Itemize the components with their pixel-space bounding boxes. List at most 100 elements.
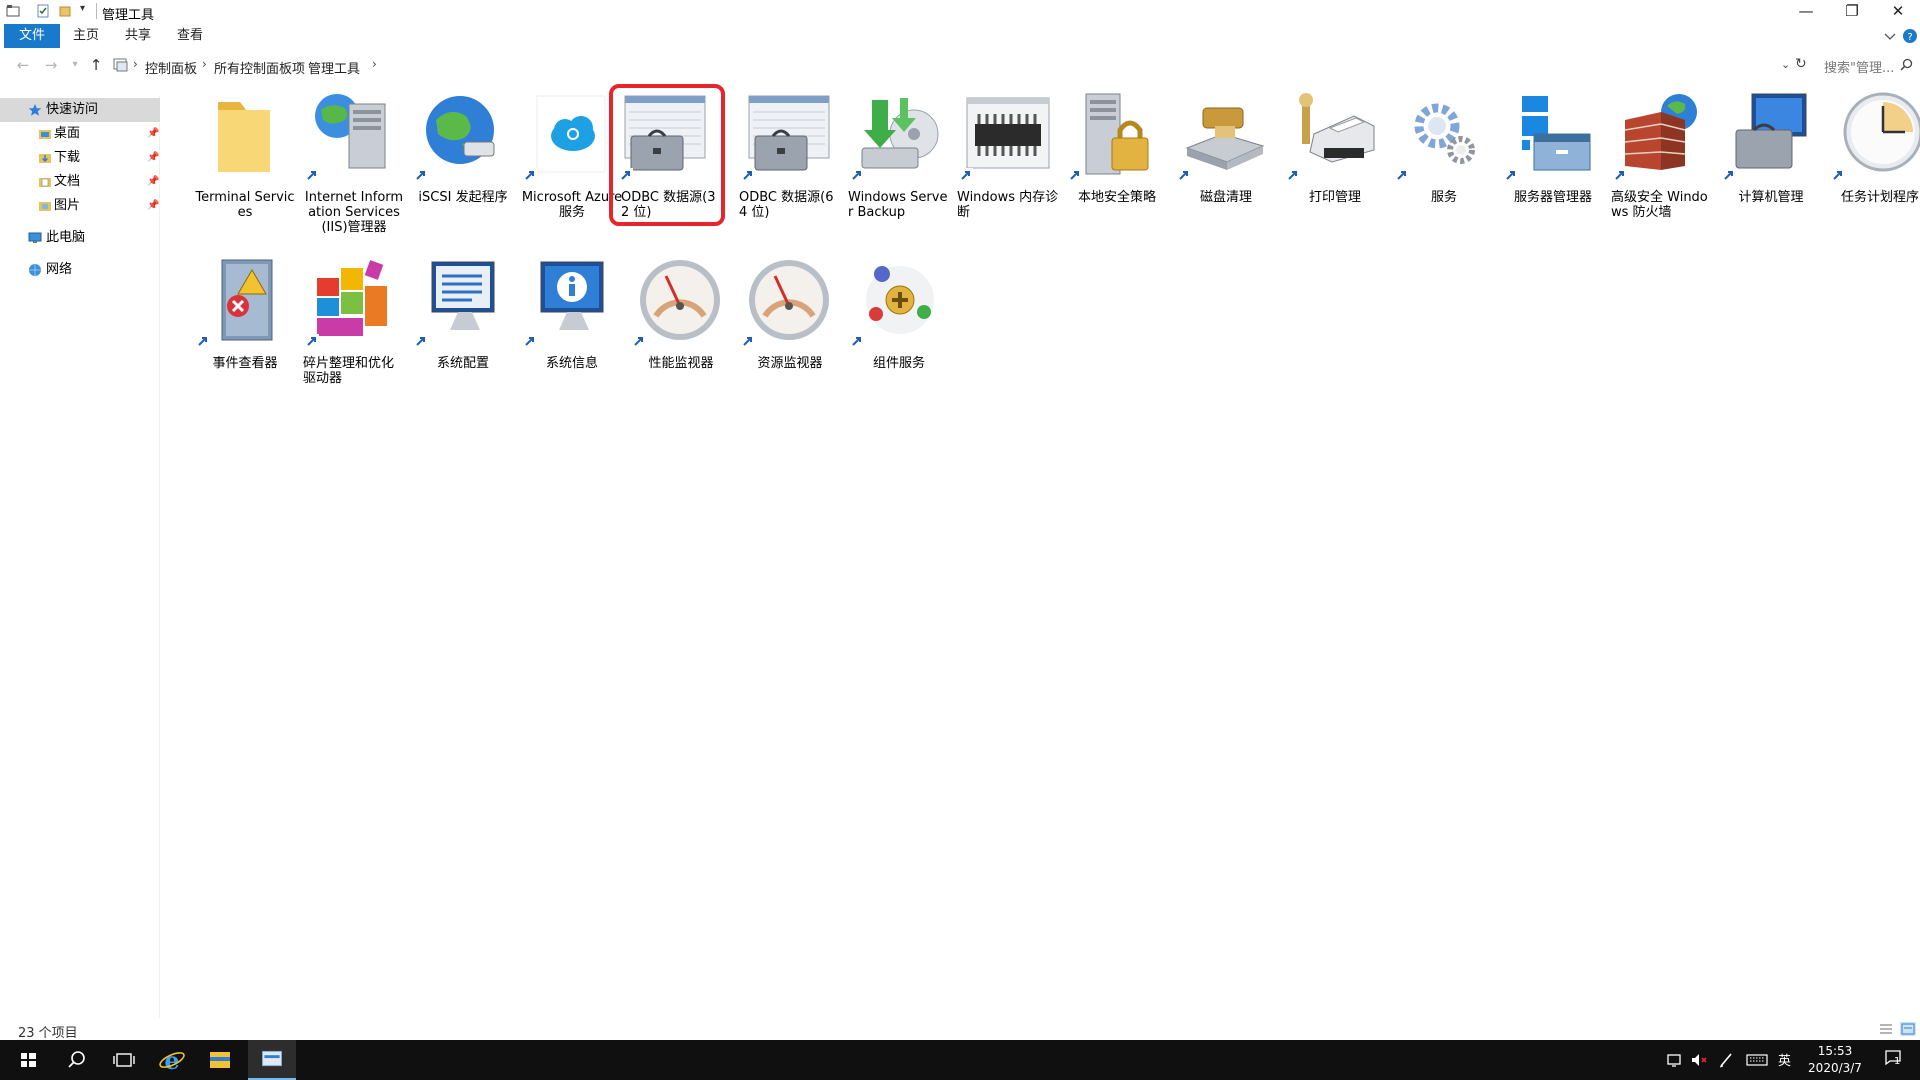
new-folder-quick-icon[interactable] xyxy=(58,4,72,18)
pin-icon[interactable]: 📌 xyxy=(147,170,159,194)
close-button[interactable]: ✕ xyxy=(1875,0,1920,24)
item-local-security-policy[interactable]: 本地安全策略 xyxy=(1062,90,1170,250)
clock[interactable]: 15:53 2020/3/7 xyxy=(1800,1043,1870,1077)
search-icon[interactable] xyxy=(1900,58,1913,71)
item-label: ODBC 数据源(32 位) xyxy=(621,190,716,220)
breadcrumb-admin-tools[interactable]: 管理工具 xyxy=(308,58,360,77)
shortcut-arrow-icon xyxy=(959,168,973,182)
shortcut-arrow-icon xyxy=(305,334,319,348)
system-config-icon xyxy=(431,261,495,330)
pen-tray-icon[interactable] xyxy=(1718,1050,1734,1070)
pin-icon[interactable]: 📌 xyxy=(147,122,159,146)
shortcut-arrow-icon xyxy=(196,334,210,348)
item-odbc-64[interactable]: ODBC 数据源(64 位) xyxy=(735,90,843,250)
item-component-services[interactable]: 组件服务 xyxy=(844,256,952,416)
shortcut-arrow-icon xyxy=(741,168,755,182)
tab-share[interactable]: 共享 xyxy=(116,24,160,48)
item-label: 服务器管理器 xyxy=(1513,190,1592,205)
item-azure-services[interactable]: Microsoft Azure 服务 xyxy=(517,90,625,250)
item-label: 系统配置 xyxy=(436,356,489,371)
item-memory-diagnostic[interactable]: Windows 内存诊断 xyxy=(953,90,1061,250)
ime-indicator[interactable]: 英 xyxy=(1778,1050,1791,1070)
clock-icon xyxy=(1843,92,1920,172)
item-advanced-firewall[interactable]: 高级安全 Windows 防火墙 xyxy=(1607,90,1715,250)
item-iis-manager[interactable]: Internet Information Services (IIS)管理器 xyxy=(299,90,407,250)
item-services[interactable]: 服务 xyxy=(1389,90,1497,250)
pin-icon[interactable]: 📌 xyxy=(147,146,159,170)
help-icon[interactable]: ? xyxy=(1902,28,1918,44)
nav-desktop[interactable]: 桌面 📌 xyxy=(0,122,160,146)
address-history-dropdown[interactable]: ⌄ xyxy=(1781,58,1790,71)
action-center[interactable]: 1 xyxy=(1884,1048,1906,1068)
tab-home[interactable]: 主页 xyxy=(64,24,108,48)
item-odbc-32[interactable]: ODBC 数据源(32 位) xyxy=(609,84,725,226)
file-explorer-icon[interactable] xyxy=(196,1040,244,1080)
clock-date: 2020/3/7 xyxy=(1808,1061,1862,1075)
computer-management-icon xyxy=(1735,93,1807,169)
item-task-scheduler[interactable]: 任务计划程序 xyxy=(1825,90,1920,250)
nav-quick-access[interactable]: 快速访问 xyxy=(0,98,160,122)
up-button[interactable]: ↑ xyxy=(87,56,105,74)
details-view-icon[interactable] xyxy=(1878,1022,1894,1036)
breadcrumb-control-panel[interactable]: 控制面板 xyxy=(145,58,197,77)
item-performance-monitor[interactable]: 性能监视器 xyxy=(626,256,734,416)
nav-this-pc[interactable]: 此电脑 xyxy=(0,226,160,250)
minimize-button[interactable]: — xyxy=(1783,0,1829,24)
admin-tools-taskbar-icon[interactable] xyxy=(248,1040,296,1080)
item-iscsi-initiator[interactable]: iSCSI 发起程序 xyxy=(408,90,516,250)
item-disk-cleanup[interactable]: 磁盘清理 xyxy=(1171,90,1279,250)
search-box[interactable]: 搜索"管理... xyxy=(1816,54,1916,76)
breadcrumb-chevron-icon[interactable]: › xyxy=(296,57,301,71)
item-defragment[interactable]: 碎片整理和优化驱动器 xyxy=(299,256,407,416)
item-computer-management[interactable]: 计算机管理 xyxy=(1716,90,1824,250)
breadcrumb-chevron-icon[interactable]: › xyxy=(133,57,138,71)
keyboard-icon[interactable] xyxy=(1746,1050,1768,1070)
item-label: 任务计划程序 xyxy=(1840,190,1919,205)
task-view-icon[interactable] xyxy=(100,1040,148,1080)
item-label: 高级安全 Windows 防火墙 xyxy=(1611,190,1708,220)
folder-quick-icon xyxy=(6,5,20,17)
item-terminal-services[interactable]: Terminal Services xyxy=(190,90,298,250)
tab-file[interactable]: 文件 xyxy=(4,24,60,48)
nav-pictures[interactable]: 图片 📌 xyxy=(0,194,160,218)
shortcut-arrow-icon xyxy=(1068,168,1082,182)
properties-quick-icon[interactable] xyxy=(36,4,50,18)
item-system-configuration[interactable]: 系统配置 xyxy=(408,256,516,416)
forward-button[interactable]: → xyxy=(42,56,60,74)
breadcrumb-chevron-icon[interactable]: › xyxy=(372,57,377,71)
breadcrumb-all-items[interactable]: 所有控制面板项 xyxy=(214,58,305,77)
restore-button[interactable]: ❐ xyxy=(1829,0,1875,24)
large-icons-view-icon[interactable] xyxy=(1900,1022,1916,1036)
refresh-icon[interactable]: ↻ xyxy=(1795,56,1807,72)
search-icon[interactable] xyxy=(52,1040,100,1080)
back-button[interactable]: ← xyxy=(14,56,32,74)
nav-documents[interactable]: 文档 📌 xyxy=(0,170,160,194)
item-event-viewer[interactable]: 事件查看器 xyxy=(190,256,298,416)
tab-view[interactable]: 查看 xyxy=(168,24,212,48)
nav-network[interactable]: 网络 xyxy=(0,258,160,282)
expand-ribbon-icon[interactable] xyxy=(1882,28,1898,44)
defrag-blocks-icon xyxy=(317,260,387,336)
item-server-manager[interactable]: 服务器管理器 xyxy=(1498,90,1606,250)
nav-downloads[interactable]: 下载 📌 xyxy=(0,146,160,170)
shortcut-arrow-icon xyxy=(619,168,633,182)
internet-explorer-icon[interactable]: e xyxy=(148,1040,196,1080)
breadcrumb-chevron-icon[interactable]: › xyxy=(202,57,207,71)
item-resource-monitor[interactable]: 资源监视器 xyxy=(735,256,843,416)
pin-icon[interactable]: 📌 xyxy=(147,194,159,218)
item-print-management[interactable]: 打印管理 xyxy=(1280,90,1388,250)
address-bar[interactable]: › 控制面板 › 所有控制面板项 › 管理工具 › ⌄ xyxy=(110,54,1790,77)
network-tray-icon[interactable] xyxy=(1666,1050,1682,1070)
item-system-information[interactable]: 系统信息 xyxy=(517,256,625,416)
item-label: Internet Information Services (IIS)管理器 xyxy=(304,190,404,235)
azure-cloud-icon xyxy=(536,95,606,173)
item-windows-server-backup[interactable]: Windows Server Backup xyxy=(844,90,952,250)
recent-locations-icon[interactable]: ▾ xyxy=(66,56,84,74)
item-label: 计算机管理 xyxy=(1738,190,1804,205)
volume-muted-icon[interactable] xyxy=(1690,1050,1708,1070)
desktop-folder-icon xyxy=(39,130,51,139)
item-label: 系统信息 xyxy=(545,356,598,371)
start-windows-icon[interactable] xyxy=(4,1040,52,1080)
customize-quick-access-icon[interactable]: ▾ xyxy=(80,3,94,17)
shortcut-arrow-icon xyxy=(1286,168,1300,182)
